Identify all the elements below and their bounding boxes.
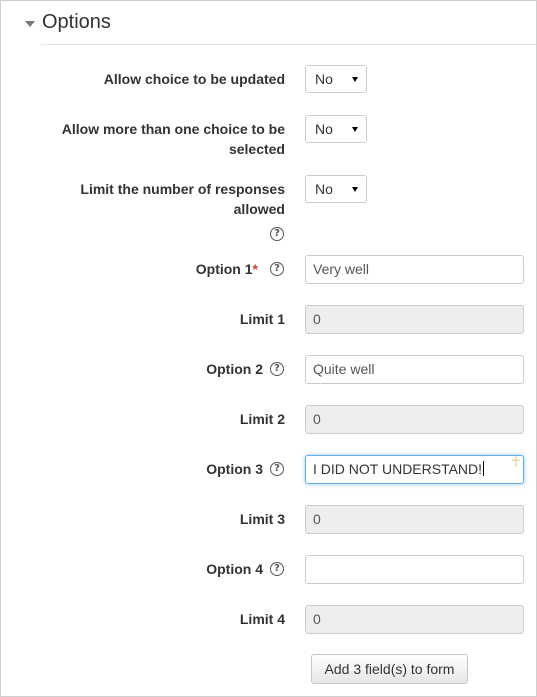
option4-label: Option 4 bbox=[206, 561, 263, 577]
section-divider bbox=[41, 44, 536, 45]
allow-multiple-select[interactable]: No bbox=[305, 115, 367, 143]
limit2-input[interactable]: 0 bbox=[305, 405, 524, 434]
help-circle-icon[interactable]: ? bbox=[270, 562, 284, 576]
allow-update-select[interactable]: No bbox=[305, 65, 367, 93]
options-fieldset: Options bbox=[0, 0, 537, 697]
limit1-input[interactable]: 0 bbox=[305, 305, 524, 334]
limit2-label: Limit 2 bbox=[239, 411, 285, 427]
help-circle-icon[interactable]: ? bbox=[270, 462, 284, 476]
option1-label: Option 1* bbox=[195, 261, 258, 277]
help-circle-icon[interactable]: ? bbox=[270, 262, 284, 276]
limit4-input[interactable]: 0 bbox=[305, 605, 524, 634]
dropdown-arrow-icon bbox=[352, 77, 358, 82]
dropdown-arrow-icon bbox=[352, 127, 358, 132]
caret-down-icon bbox=[25, 20, 35, 27]
options-section-toggle[interactable]: Options bbox=[25, 11, 111, 34]
help-circle-icon[interactable]: ? bbox=[270, 362, 284, 376]
option2-input[interactable]: Quite well bbox=[305, 355, 524, 384]
ankh-icon[interactable]: ☥ bbox=[511, 455, 521, 470]
option4-input[interactable] bbox=[305, 555, 524, 584]
limit4-label: Limit 4 bbox=[239, 611, 285, 627]
limit-responses-select[interactable]: No bbox=[305, 175, 367, 203]
help-circle-icon[interactable]: ? bbox=[270, 227, 284, 241]
option1-input[interactable]: Very well bbox=[305, 255, 524, 284]
add-fields-button[interactable]: Add 3 field(s) to form bbox=[311, 654, 468, 684]
limit3-input[interactable]: 0 bbox=[305, 505, 524, 534]
required-marker: * bbox=[252, 261, 258, 277]
section-title: Options bbox=[42, 11, 111, 33]
option2-label: Option 2 bbox=[206, 361, 263, 377]
limit3-label: Limit 3 bbox=[239, 511, 285, 527]
option3-input[interactable]: I DID NOT UNDERSTAND! bbox=[305, 455, 524, 484]
dropdown-arrow-icon bbox=[352, 187, 358, 192]
allow-multiple-label: Allow more than one choice to be selecte… bbox=[61, 121, 285, 157]
text-cursor bbox=[483, 461, 485, 476]
allow-update-label: Allow choice to be updated bbox=[103, 71, 285, 87]
limit1-label: Limit 1 bbox=[239, 311, 285, 327]
limit-responses-label: Limit the number of responses allowed bbox=[80, 181, 285, 217]
option3-label: Option 3 bbox=[206, 461, 263, 477]
